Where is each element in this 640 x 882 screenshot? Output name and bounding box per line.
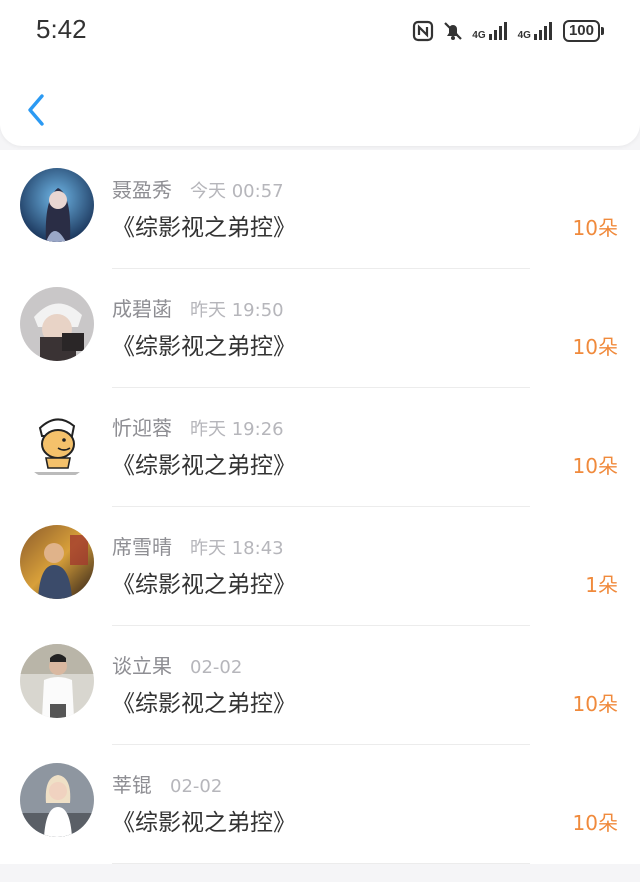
avatar bbox=[20, 525, 94, 599]
list-item[interactable]: 忻迎蓉 昨天 19:26 《综影视之弟控》 10朵 bbox=[0, 388, 640, 507]
gift-amount: 1朵 bbox=[585, 573, 618, 597]
signal-bars-icon bbox=[488, 22, 507, 40]
timestamp: 昨天 19:26 bbox=[190, 419, 284, 440]
book-title: 《综影视之弟控》 bbox=[112, 572, 296, 598]
book-title: 《综影视之弟控》 bbox=[112, 453, 296, 479]
avatar bbox=[20, 287, 94, 361]
list-item[interactable]: 席雪晴 昨天 18:43 《综影视之弟控》 1朵 bbox=[0, 507, 640, 626]
avatar bbox=[20, 644, 94, 718]
user-name: 聂盈秀 bbox=[112, 178, 172, 202]
gift-amount: 10朵 bbox=[572, 811, 618, 835]
chevron-left-icon bbox=[28, 94, 44, 126]
back-button[interactable] bbox=[20, 90, 52, 130]
top-bar: 5:42 4G 4G 100 bbox=[0, 0, 640, 146]
user-name: 成碧菡 bbox=[112, 297, 172, 321]
avatar bbox=[20, 168, 94, 242]
net-type-2: 4G bbox=[517, 30, 531, 41]
status-icons: 4G 4G 100 bbox=[412, 16, 604, 46]
gift-amount: 10朵 bbox=[572, 454, 618, 478]
timestamp: 昨天 18:43 bbox=[190, 538, 284, 559]
status-time: 5:42 bbox=[36, 14, 87, 44]
nfc-icon bbox=[413, 20, 434, 42]
gift-list: 聂盈秀 今天 00:57 《综影视之弟控》 10朵 成碧菡 昨天 19:50 《… bbox=[0, 150, 640, 864]
list-item[interactable]: 莘锟 02-02 《综影视之弟控》 10朵 bbox=[0, 745, 640, 864]
signal-bars-icon bbox=[533, 22, 552, 40]
avatar bbox=[20, 406, 94, 480]
divider bbox=[112, 863, 530, 864]
gift-amount: 10朵 bbox=[572, 335, 618, 359]
list-item[interactable]: 聂盈秀 今天 00:57 《综影视之弟控》 10朵 bbox=[0, 150, 640, 269]
battery-level: 100 bbox=[562, 20, 600, 42]
timestamp: 昨天 19:50 bbox=[190, 300, 284, 321]
user-name: 席雪晴 bbox=[112, 535, 172, 559]
gift-amount: 10朵 bbox=[572, 692, 618, 716]
mute-bell-icon bbox=[444, 22, 463, 40]
user-name: 莘锟 bbox=[112, 773, 152, 797]
timestamp: 今天 00:57 bbox=[190, 181, 284, 202]
battery-tip bbox=[601, 27, 604, 35]
book-title: 《综影视之弟控》 bbox=[112, 810, 296, 836]
battery-icon: 100 bbox=[562, 20, 604, 42]
gift-amount: 10朵 bbox=[572, 216, 618, 240]
timestamp: 02-02 bbox=[190, 657, 243, 678]
net-type-1: 4G bbox=[472, 30, 486, 41]
signal-1: 4G bbox=[472, 21, 509, 41]
list-item[interactable]: 谈立果 02-02 《综影视之弟控》 10朵 bbox=[0, 626, 640, 745]
user-name: 谈立果 bbox=[112, 654, 172, 678]
book-title: 《综影视之弟控》 bbox=[112, 215, 296, 241]
book-title: 《综影视之弟控》 bbox=[112, 334, 296, 360]
avatar bbox=[20, 763, 94, 837]
timestamp: 02-02 bbox=[170, 776, 223, 797]
list-item[interactable]: 成碧菡 昨天 19:50 《综影视之弟控》 10朵 bbox=[0, 269, 640, 388]
book-title: 《综影视之弟控》 bbox=[112, 691, 296, 717]
signal-2: 4G bbox=[518, 21, 555, 41]
user-name: 忻迎蓉 bbox=[112, 416, 172, 440]
